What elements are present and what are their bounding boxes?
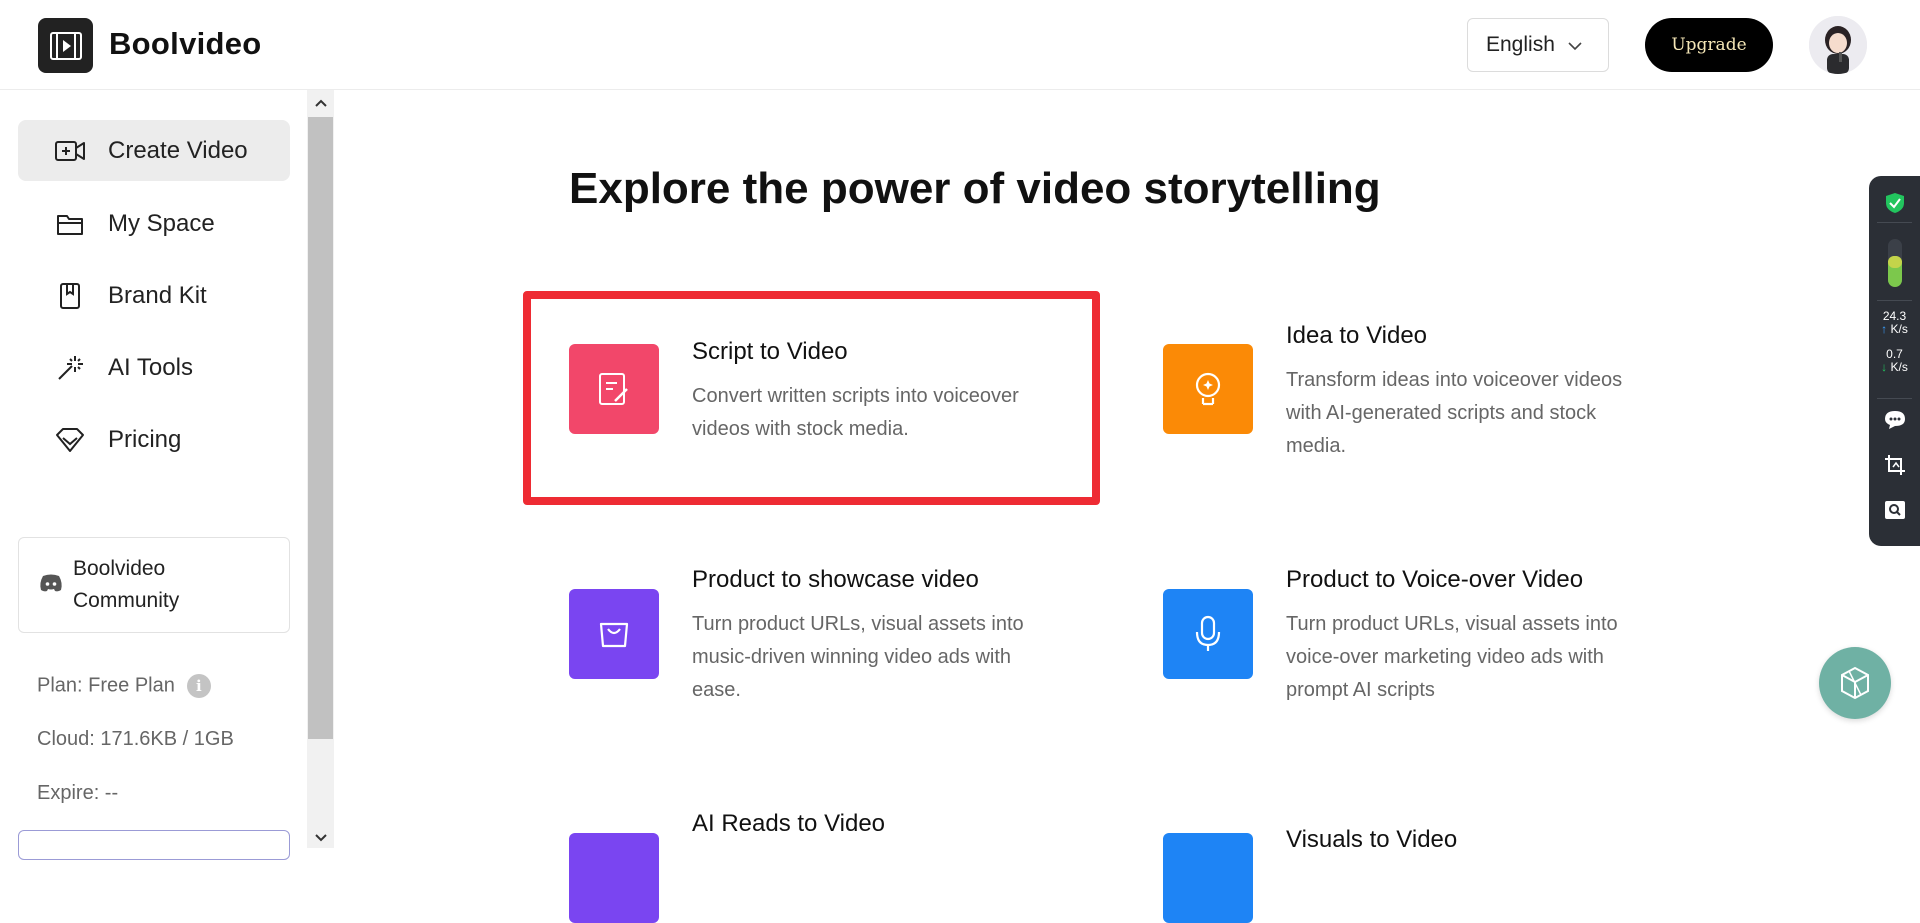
bookmark-icon [52, 278, 88, 314]
folder-icon [52, 206, 88, 242]
community-label-line1: Boolvideo [73, 557, 166, 580]
separator [1877, 222, 1912, 223]
upload-speed-unit: K/s [1890, 322, 1908, 336]
sidebar-item-label: Pricing [108, 425, 182, 453]
card-desc-line: music-driven winning video ads with [692, 646, 1012, 668]
community-link[interactable]: Boolvideo Community [18, 537, 290, 633]
page-title: Explore the power of video storytelling [569, 164, 1381, 213]
card-title[interactable]: Product to showcase video [692, 566, 979, 594]
card-title[interactable]: AI Reads to Video [692, 810, 885, 838]
selection-highlight [523, 291, 1100, 505]
card-description: Transform ideas into voiceover videos wi… [1286, 364, 1676, 463]
card-description: Turn product URLs, visual assets into vo… [1286, 608, 1676, 707]
ai-reads-icon[interactable] [569, 833, 659, 923]
language-label: English [1486, 33, 1555, 56]
separator [1877, 398, 1912, 399]
scrollbar-thumb[interactable] [308, 117, 333, 739]
floating-toolbar: 24.3 ↑ K/s 0.7 ↓ K/s [1869, 176, 1920, 546]
diamond-icon [52, 422, 88, 458]
plan-label: Plan: Free Plan [37, 674, 175, 697]
upload-speed: 24.3 ↑ K/s [1869, 310, 1920, 336]
card-desc-line: Transform ideas into voiceover videos [1286, 369, 1623, 391]
discord-icon [39, 573, 63, 597]
crop-icon[interactable] [1869, 454, 1920, 476]
sidebar-item-brand-kit[interactable]: Brand Kit [18, 265, 290, 326]
chevron-down-icon [1567, 33, 1583, 57]
cloud-usage: Cloud: 171.6KB / 1GB [37, 728, 234, 750]
chat-icon[interactable] [1869, 410, 1920, 430]
assistant-fab-button[interactable] [1819, 647, 1891, 719]
card-desc-line: Turn product URLs, visual assets into [692, 613, 1024, 635]
sidebar-item-label: My Space [108, 209, 215, 237]
expire-info: Expire: -- [37, 782, 119, 804]
memory-gauge-icon [1869, 238, 1920, 288]
sidebar-item-create-video[interactable]: Create Video [18, 120, 290, 181]
sidebar-item-pricing[interactable]: Pricing [18, 409, 290, 470]
card-title[interactable]: Product to Voice-over Video [1286, 566, 1583, 594]
video-plus-icon [52, 133, 88, 169]
card-desc-line: voice-over marketing video ads with [1286, 646, 1604, 668]
sidebar-item-label: Brand Kit [108, 281, 207, 309]
shopping-bag-icon[interactable] [569, 589, 659, 679]
sidebar: Create Video My Space Brand Kit AI Tools… [0, 90, 307, 860]
lightbulb-icon[interactable] [1163, 344, 1253, 434]
download-speed-unit: K/s [1890, 360, 1908, 374]
info-icon[interactable]: i [186, 674, 211, 698]
sidebar-item-label: Create Video [108, 136, 248, 164]
card-desc-line: media. [1286, 435, 1347, 457]
sidebar-item-my-space[interactable]: My Space [18, 193, 290, 254]
sidebar-item-ai-tools[interactable]: AI Tools [18, 337, 290, 398]
brand-name[interactable]: Boolvideo [109, 26, 262, 62]
top-header: Boolvideo English Upgrade [0, 0, 1920, 90]
magic-wand-icon [52, 350, 88, 386]
download-speed: 0.7 ↓ K/s [1869, 348, 1920, 374]
user-avatar[interactable] [1809, 16, 1867, 74]
scroll-down-icon[interactable] [307, 826, 334, 848]
card-desc-line: prompt AI scripts [1286, 679, 1435, 701]
plan-info: Plan: Free Plan i [37, 674, 211, 698]
card-desc-line: with AI-generated scripts and stock [1286, 402, 1597, 424]
upgrade-button[interactable]: Upgrade [1645, 18, 1773, 72]
card-title[interactable]: Idea to Video [1286, 322, 1427, 350]
sidebar-item-label: AI Tools [108, 353, 193, 381]
screenshot-search-icon[interactable] [1869, 500, 1920, 520]
community-label-line2: Community [73, 589, 180, 612]
microphone-icon[interactable] [1163, 589, 1253, 679]
card-desc-line: ease. [692, 679, 741, 701]
separator [1877, 300, 1912, 301]
scroll-up-icon[interactable] [307, 92, 334, 114]
visuals-icon[interactable] [1163, 833, 1253, 923]
card-desc-line: Turn product URLs, visual assets into [1286, 613, 1618, 635]
sidebar-bottom-box[interactable] [18, 830, 290, 860]
shield-check-icon[interactable] [1869, 192, 1920, 214]
card-title[interactable]: Visuals to Video [1286, 826, 1457, 854]
language-select[interactable]: English [1467, 18, 1609, 72]
card-description: Turn product URLs, visual assets into mu… [692, 608, 1082, 707]
logo-icon[interactable] [38, 18, 93, 73]
